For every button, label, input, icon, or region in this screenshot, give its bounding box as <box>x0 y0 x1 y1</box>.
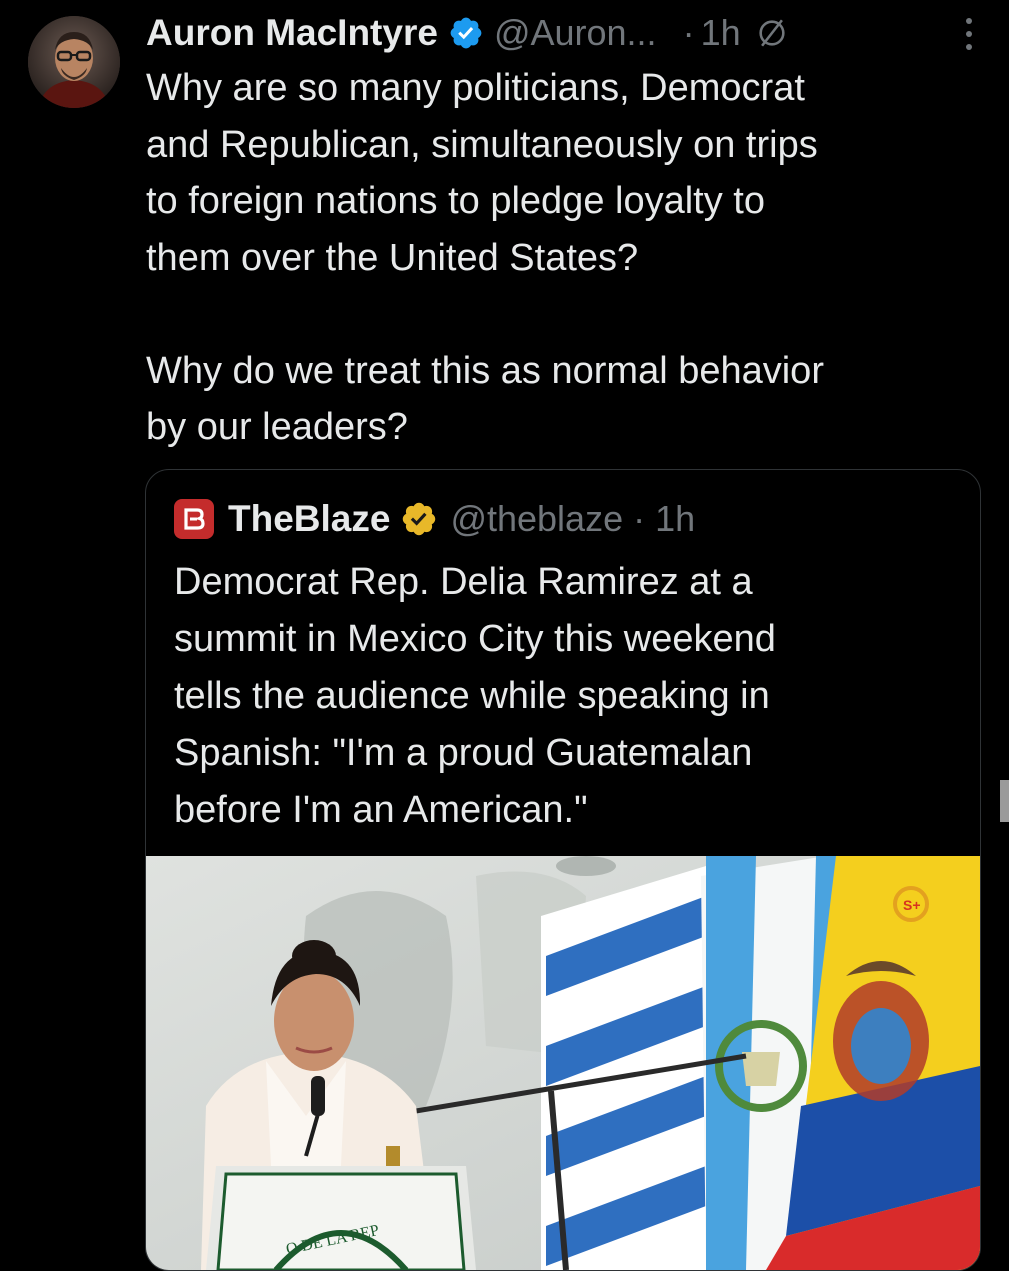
verified-gold-badge-icon[interactable] <box>400 500 438 538</box>
quoted-handle-time[interactable]: @theblaze · 1h <box>450 498 695 540</box>
quoted-author-name[interactable]: TheBlaze <box>228 498 390 540</box>
quoted-tweet-header: TheBlaze @theblaze · 1h <box>174 494 695 544</box>
theblaze-logo-icon[interactable] <box>174 499 214 539</box>
separator-dot: · <box>682 12 695 53</box>
avatar-image <box>28 16 120 108</box>
tweet-time[interactable]: 1h <box>701 12 741 54</box>
author-name[interactable]: Auron MacIntyre <box>146 12 438 54</box>
scrollbar-thumb[interactable] <box>1000 780 1009 822</box>
more-vertical-icon[interactable] <box>959 14 979 54</box>
watermark-text: S+ <box>903 897 921 913</box>
tweet-body: Why are so many politicians, Democrat an… <box>146 67 824 448</box>
quoted-tweet-card[interactable]: TheBlaze @theblaze · 1h Democrat Rep. De… <box>145 469 981 1271</box>
quoted-media-image[interactable]: S+ O DE LA REP <box>146 856 980 1270</box>
tweet-header: Auron MacIntyre @Auron... · 1h <box>146 8 989 58</box>
circle-slash-icon <box>755 16 789 50</box>
author-handle[interactable]: @Auron... <box>494 12 657 54</box>
author-avatar[interactable] <box>28 16 120 108</box>
quoted-tweet-body: Democrat Rep. Delia Ramirez at a summit … <box>174 561 776 831</box>
verified-badge-icon[interactable] <box>448 15 484 51</box>
